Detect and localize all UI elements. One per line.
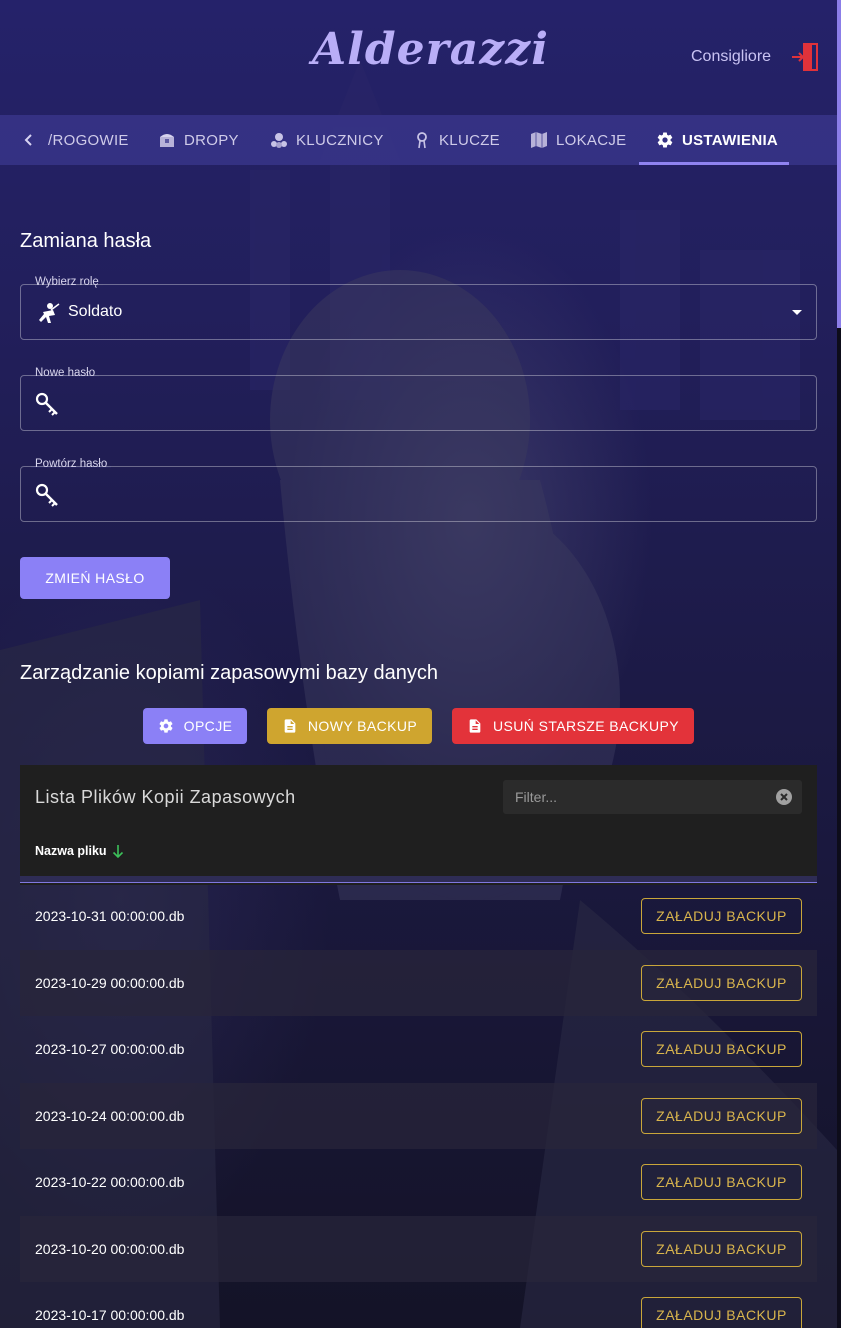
map-icon xyxy=(531,132,547,148)
load-backup-button[interactable]: ZAŁADUJ BACKUP xyxy=(641,1297,802,1328)
key-icon xyxy=(35,392,58,416)
treasure-chest-icon xyxy=(160,134,174,147)
dropdown-caret-icon xyxy=(792,310,802,315)
user-name: Consigliore xyxy=(691,48,772,65)
tab-label: KLUCZNICY xyxy=(296,131,384,149)
backup-filename: 2023-10-17 00:00:00.db xyxy=(35,1307,185,1323)
backup-options-button[interactable]: OPCJE xyxy=(143,708,247,744)
table-row: 2023-10-31 00:00:00.db ZAŁADUJ BACKUP xyxy=(20,883,817,950)
load-backup-button[interactable]: ZAŁADUJ BACKUP xyxy=(641,898,802,934)
tab-label: USTAWIENIA xyxy=(682,131,779,149)
gear-icon xyxy=(159,719,173,733)
table-row: 2023-10-29 00:00:00.db ZAŁADUJ BACKUP xyxy=(20,949,817,1016)
tab-label: LOKACJE xyxy=(556,131,627,149)
filter-input[interactable] xyxy=(503,780,763,814)
scrollbar-track[interactable] xyxy=(837,328,841,1328)
role-select-label: Wybierz rolę xyxy=(31,276,103,288)
tab-ustawienia[interactable]: USTAWIENIA xyxy=(656,115,778,165)
backup-list-header: Lista Plików Kopii Zapasowych Nazwa plik… xyxy=(20,765,817,885)
backup-filename: 2023-10-22 00:00:00.db xyxy=(35,1174,185,1190)
backup-filename: 2023-10-31 00:00:00.db xyxy=(35,908,185,924)
new-password-label: Nowe hasło xyxy=(31,367,100,379)
new-backup-button[interactable]: NOWY BACKUP xyxy=(267,708,432,744)
scrollbar-thumb[interactable] xyxy=(837,0,841,328)
tab-klucznicy[interactable]: KLUCZNICY xyxy=(270,115,384,165)
backup-list-title: Lista Plików Kopii Zapasowych xyxy=(35,787,296,807)
password-section-title: Zamiana hasła xyxy=(20,230,152,252)
delete-old-backups-label: USUŃ STARSZE BACKUPY xyxy=(493,718,679,734)
nav-scroll-left-icon[interactable] xyxy=(18,129,40,151)
load-backup-button[interactable]: ZAŁADUJ BACKUP xyxy=(641,1097,802,1134)
table-row: 2023-10-17 00:00:00.db ZAŁADUJ BACKUP xyxy=(20,1282,817,1328)
delete-old-backups-button[interactable]: USUŃ STARSZE BACKUPY xyxy=(452,708,694,744)
logout-icon[interactable] xyxy=(791,42,819,72)
change-password-label: ZMIEŃ HASŁO xyxy=(45,570,145,586)
gear-icon xyxy=(657,132,673,148)
backup-filename: 2023-10-29 00:00:00.db xyxy=(35,974,185,991)
backup-filename: 2023-10-20 00:00:00.db xyxy=(35,1240,185,1257)
new-password-field[interactable]: Nowe hasło xyxy=(20,367,817,431)
role-select-value: Soldato xyxy=(68,303,123,320)
tab-rogowie[interactable]: /ROGOWIE xyxy=(48,115,129,165)
tab-dropy[interactable]: DROPY xyxy=(158,115,239,165)
table-row: 2023-10-22 00:00:00.db ZAŁADUJ BACKUP xyxy=(20,1149,817,1216)
keyring-icon xyxy=(417,132,427,149)
tab-klucze[interactable]: KLUCZE xyxy=(413,115,500,165)
repeat-password-field[interactable]: Powtórz hasło xyxy=(20,458,817,522)
change-password-button[interactable]: ZMIEŃ HASŁO xyxy=(20,557,170,599)
sort-arrow-down-icon[interactable] xyxy=(112,843,124,859)
load-backup-button[interactable]: ZAŁADUJ BACKUP xyxy=(641,964,802,1001)
options-label: OPCJE xyxy=(183,718,233,734)
load-backup-button[interactable]: ZAŁADUJ BACKUP xyxy=(641,1164,802,1200)
role-select[interactable]: Wybierz rolę Soldato xyxy=(20,276,817,340)
backup-filename: 2023-10-24 00:00:00.db xyxy=(35,1107,185,1124)
tab-label: /ROGOWIE xyxy=(48,131,129,149)
column-header-filename[interactable]: Nazwa pliku xyxy=(35,844,107,858)
tab-lokacje[interactable]: LOKACJE xyxy=(530,115,626,165)
app-logo[interactable]: Alderazzi xyxy=(312,24,549,75)
clear-filter-icon[interactable] xyxy=(776,789,792,805)
main-nav-tabs: /ROGOWIE DROPY KLUCZNICY KLUCZE LOKACJE xyxy=(0,115,837,165)
tab-label: KLUCZE xyxy=(439,131,500,149)
backup-filename: 2023-10-27 00:00:00.db xyxy=(35,1041,185,1057)
repeat-password-label: Powtórz hasło xyxy=(31,458,112,470)
table-row: 2023-10-27 00:00:00.db ZAŁADUJ BACKUP xyxy=(20,1016,817,1083)
file-icon xyxy=(284,719,296,733)
filter-box xyxy=(503,780,802,814)
file-icon xyxy=(469,719,481,733)
table-row: 2023-10-20 00:00:00.db ZAŁADUJ BACKUP xyxy=(20,1215,817,1282)
soldier-icon xyxy=(39,303,60,323)
key-icon xyxy=(35,483,58,507)
key-holder-icon xyxy=(271,133,287,148)
app-header: Alderazzi Consigliore xyxy=(0,0,837,115)
load-backup-button[interactable]: ZAŁADUJ BACKUP xyxy=(641,1230,802,1267)
new-backup-label: NOWY BACKUP xyxy=(307,718,418,734)
backup-section-title: Zarządzanie kopiami zapasowymi bazy dany… xyxy=(20,662,438,684)
table-row: 2023-10-24 00:00:00.db ZAŁADUJ BACKUP xyxy=(20,1082,817,1149)
load-backup-button[interactable]: ZAŁADUJ BACKUP xyxy=(641,1031,802,1067)
tab-label: DROPY xyxy=(184,131,239,149)
active-tab-indicator xyxy=(639,162,789,165)
